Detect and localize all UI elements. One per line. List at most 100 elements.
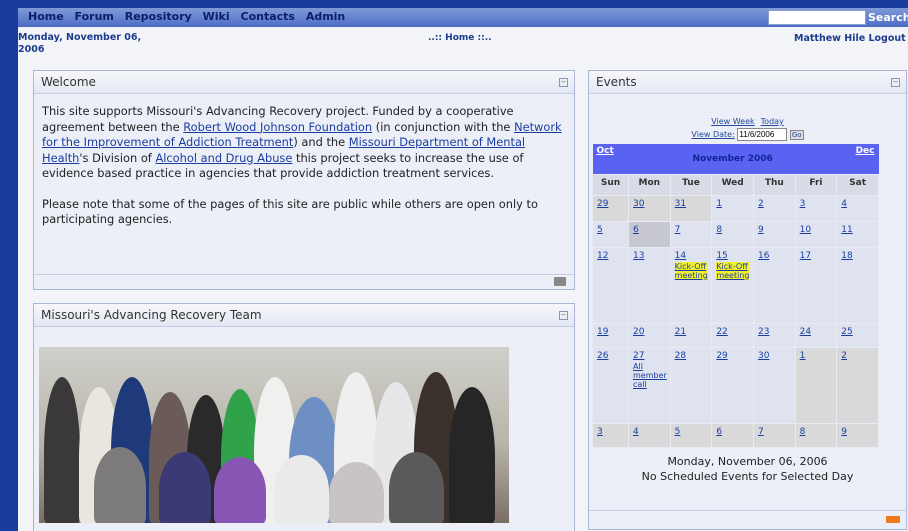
day-cell[interactable]: 3 — [794, 194, 838, 222]
day-cell[interactable]: 5 — [592, 220, 629, 248]
day-cell[interactable]: 10 — [794, 220, 838, 248]
nav-forum[interactable]: Forum — [75, 10, 114, 23]
day-cell[interactable]: 9 — [752, 220, 796, 248]
day-number[interactable]: 13 — [633, 251, 644, 261]
nav-contacts[interactable]: Contacts — [241, 10, 295, 23]
day-cell[interactable]: 8 — [794, 422, 838, 448]
today-link[interactable]: Today — [761, 117, 784, 126]
day-cell[interactable]: 22 — [711, 322, 754, 348]
link-rwjf[interactable]: Robert Wood Johnson Foundation — [183, 120, 372, 134]
day-number[interactable]: 16 — [758, 251, 769, 261]
day-number[interactable]: 17 — [800, 251, 811, 261]
nav-wiki[interactable]: Wiki — [203, 10, 230, 23]
day-cell[interactable]: 5 — [669, 422, 713, 448]
day-number[interactable]: 24 — [800, 327, 811, 337]
day-cell[interactable]: 26 — [592, 346, 629, 424]
day-number[interactable]: 4 — [841, 199, 847, 209]
day-cell[interactable]: 7 — [752, 422, 796, 448]
day-number[interactable]: 8 — [716, 225, 722, 235]
day-number[interactable]: 14 — [675, 251, 686, 261]
next-month-link[interactable]: Dec — [856, 146, 875, 156]
day-cell[interactable]: 15 Kick-Off meeting — [711, 246, 754, 324]
view-date-input[interactable] — [737, 128, 788, 141]
day-number[interactable]: 4 — [633, 427, 639, 437]
day-cell[interactable]: 18 — [836, 246, 879, 324]
user-name[interactable]: Matthew Hile — [794, 33, 865, 44]
nav-home[interactable]: Home — [28, 10, 64, 23]
day-number[interactable]: 7 — [758, 427, 764, 437]
day-number[interactable]: 18 — [841, 251, 852, 261]
day-cell[interactable]: 27 All member call — [628, 346, 671, 424]
day-cell[interactable]: 13 — [628, 246, 671, 324]
day-number[interactable]: 30 — [758, 351, 769, 361]
day-cell[interactable]: 30 — [628, 194, 671, 222]
day-cell[interactable]: 8 — [711, 220, 754, 248]
day-number[interactable]: 29 — [597, 199, 608, 209]
minimize-icon[interactable]: − — [559, 78, 568, 87]
minimize-icon[interactable]: − — [891, 78, 900, 87]
day-number[interactable]: 28 — [675, 351, 686, 361]
day-number[interactable]: 6 — [633, 225, 639, 235]
day-number[interactable]: 8 — [800, 427, 806, 437]
day-cell[interactable]: 9 — [836, 422, 879, 448]
day-number[interactable]: 11 — [841, 225, 852, 235]
day-cell[interactable]: 24 — [794, 322, 838, 348]
day-cell[interactable]: 12 — [592, 246, 629, 324]
minimize-icon[interactable]: − — [559, 311, 568, 320]
day-cell[interactable]: 31 — [669, 194, 713, 222]
search-button[interactable]: Search — [868, 11, 908, 24]
day-number[interactable]: 2 — [758, 199, 764, 209]
day-cell[interactable]: 4 — [836, 194, 879, 222]
day-number[interactable]: 10 — [800, 225, 811, 235]
day-number[interactable]: 2 — [841, 351, 847, 361]
logout-link[interactable]: Logout — [868, 33, 905, 44]
day-number[interactable]: 5 — [675, 427, 681, 437]
day-cell[interactable]: 16 — [752, 246, 796, 324]
event-kickoff-meeting[interactable]: Kick-Off meeting — [674, 261, 708, 280]
search-input[interactable] — [768, 10, 866, 25]
day-cell[interactable]: 1 — [711, 194, 754, 222]
day-cell[interactable]: 2 — [752, 194, 796, 222]
rss-icon[interactable] — [886, 516, 900, 523]
day-number[interactable]: 20 — [633, 327, 644, 337]
day-number[interactable]: 30 — [633, 199, 644, 209]
day-number[interactable]: 22 — [716, 327, 727, 337]
day-number[interactable]: 27 — [633, 351, 644, 361]
day-cell[interactable]: 3 — [592, 422, 629, 448]
day-number[interactable]: 29 — [716, 351, 727, 361]
event-all-member-call[interactable]: All member call — [633, 362, 667, 389]
day-cell[interactable]: 17 — [794, 246, 838, 324]
day-cell[interactable]: 21 — [669, 322, 713, 348]
day-cell-selected[interactable]: 6 — [628, 220, 671, 248]
day-cell[interactable]: 7 — [669, 220, 713, 248]
day-number[interactable]: 6 — [716, 427, 722, 437]
day-number[interactable]: 9 — [758, 225, 764, 235]
day-cell[interactable]: 6 — [711, 422, 754, 448]
day-number[interactable]: 25 — [841, 327, 852, 337]
day-number[interactable]: 1 — [716, 199, 722, 209]
day-cell[interactable]: 28 — [669, 346, 713, 424]
day-cell[interactable]: 29 — [711, 346, 754, 424]
day-number[interactable]: 19 — [597, 327, 608, 337]
day-number[interactable]: 3 — [800, 199, 806, 209]
day-number[interactable]: 31 — [675, 199, 686, 209]
day-cell[interactable]: 14 Kick-Off meeting — [669, 246, 713, 324]
day-number[interactable]: 15 — [716, 251, 727, 261]
day-cell[interactable]: 19 — [592, 322, 629, 348]
day-cell[interactable]: 1 — [794, 346, 838, 424]
day-number[interactable]: 12 — [597, 251, 608, 261]
link-ada[interactable]: Alcohol and Drug Abuse — [155, 151, 292, 165]
day-cell[interactable]: 4 — [628, 422, 671, 448]
go-button[interactable]: Go — [789, 130, 804, 140]
nav-admin[interactable]: Admin — [306, 10, 345, 23]
day-cell[interactable]: 2 — [836, 346, 879, 424]
day-cell[interactable]: 29 — [592, 194, 629, 222]
day-number[interactable]: 5 — [597, 225, 603, 235]
day-cell[interactable]: 11 — [836, 220, 879, 248]
print-icon[interactable] — [554, 277, 566, 286]
nav-repository[interactable]: Repository — [125, 10, 192, 23]
day-number[interactable]: 23 — [758, 327, 769, 337]
prev-month-link[interactable]: Oct — [597, 146, 614, 156]
day-number[interactable]: 1 — [800, 351, 806, 361]
day-cell[interactable]: 23 — [752, 322, 796, 348]
